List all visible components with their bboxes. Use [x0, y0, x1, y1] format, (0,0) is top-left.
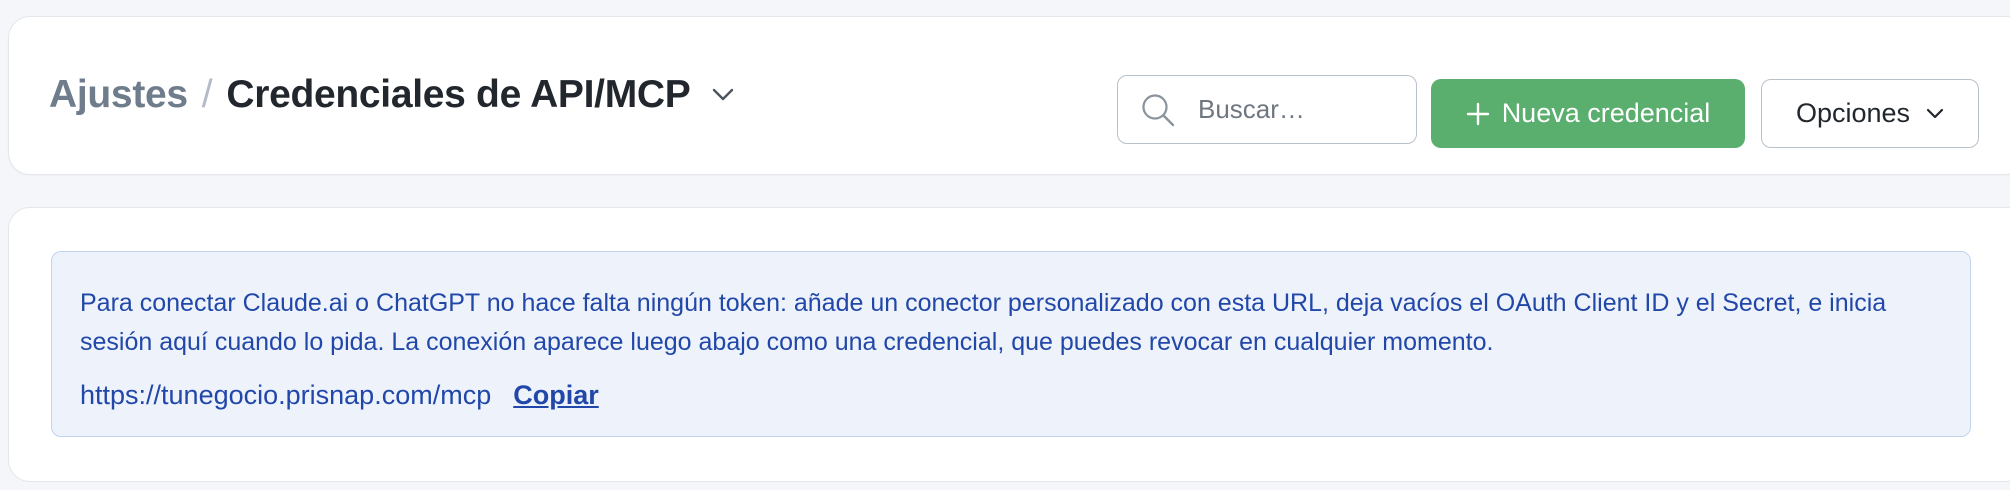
mcp-url-row: https://tunegocio.prisnap.com/mcp Copiar: [80, 377, 599, 413]
main-card: Para conectar Claude.ai o ChatGPT no hac…: [8, 207, 2010, 482]
options-label: Opciones: [1795, 98, 1911, 128]
plus-icon: [1466, 102, 1490, 126]
info-message: Para conectar Claude.ai o ChatGPT no hac…: [80, 289, 1887, 356]
search-box[interactable]: [1117, 75, 1417, 144]
new-credential-label: Nueva credencial: [1501, 98, 1711, 128]
info-alert: Para conectar Claude.ai o ChatGPT no hac…: [51, 251, 1971, 437]
header-card: Ajustes / Credenciales de API/MCP Nueva …: [8, 16, 2010, 175]
search-input[interactable]: [1198, 94, 1398, 125]
breadcrumb-separator: /: [201, 73, 213, 116]
chevron-down-icon: [1926, 108, 1944, 120]
breadcrumb: Ajustes / Credenciales de API/MCP: [49, 71, 734, 119]
new-credential-button[interactable]: Nueva credencial: [1431, 79, 1745, 148]
options-button[interactable]: Opciones: [1761, 79, 1979, 148]
page-title: Credenciales de API/MCP: [226, 73, 691, 116]
mcp-url: https://tunegocio.prisnap.com/mcp: [80, 379, 492, 410]
search-icon: [1140, 92, 1176, 128]
breadcrumb-parent-link[interactable]: Ajustes: [49, 73, 188, 117]
copy-url-link[interactable]: Copiar: [513, 380, 599, 411]
chevron-down-icon[interactable]: [712, 88, 734, 102]
